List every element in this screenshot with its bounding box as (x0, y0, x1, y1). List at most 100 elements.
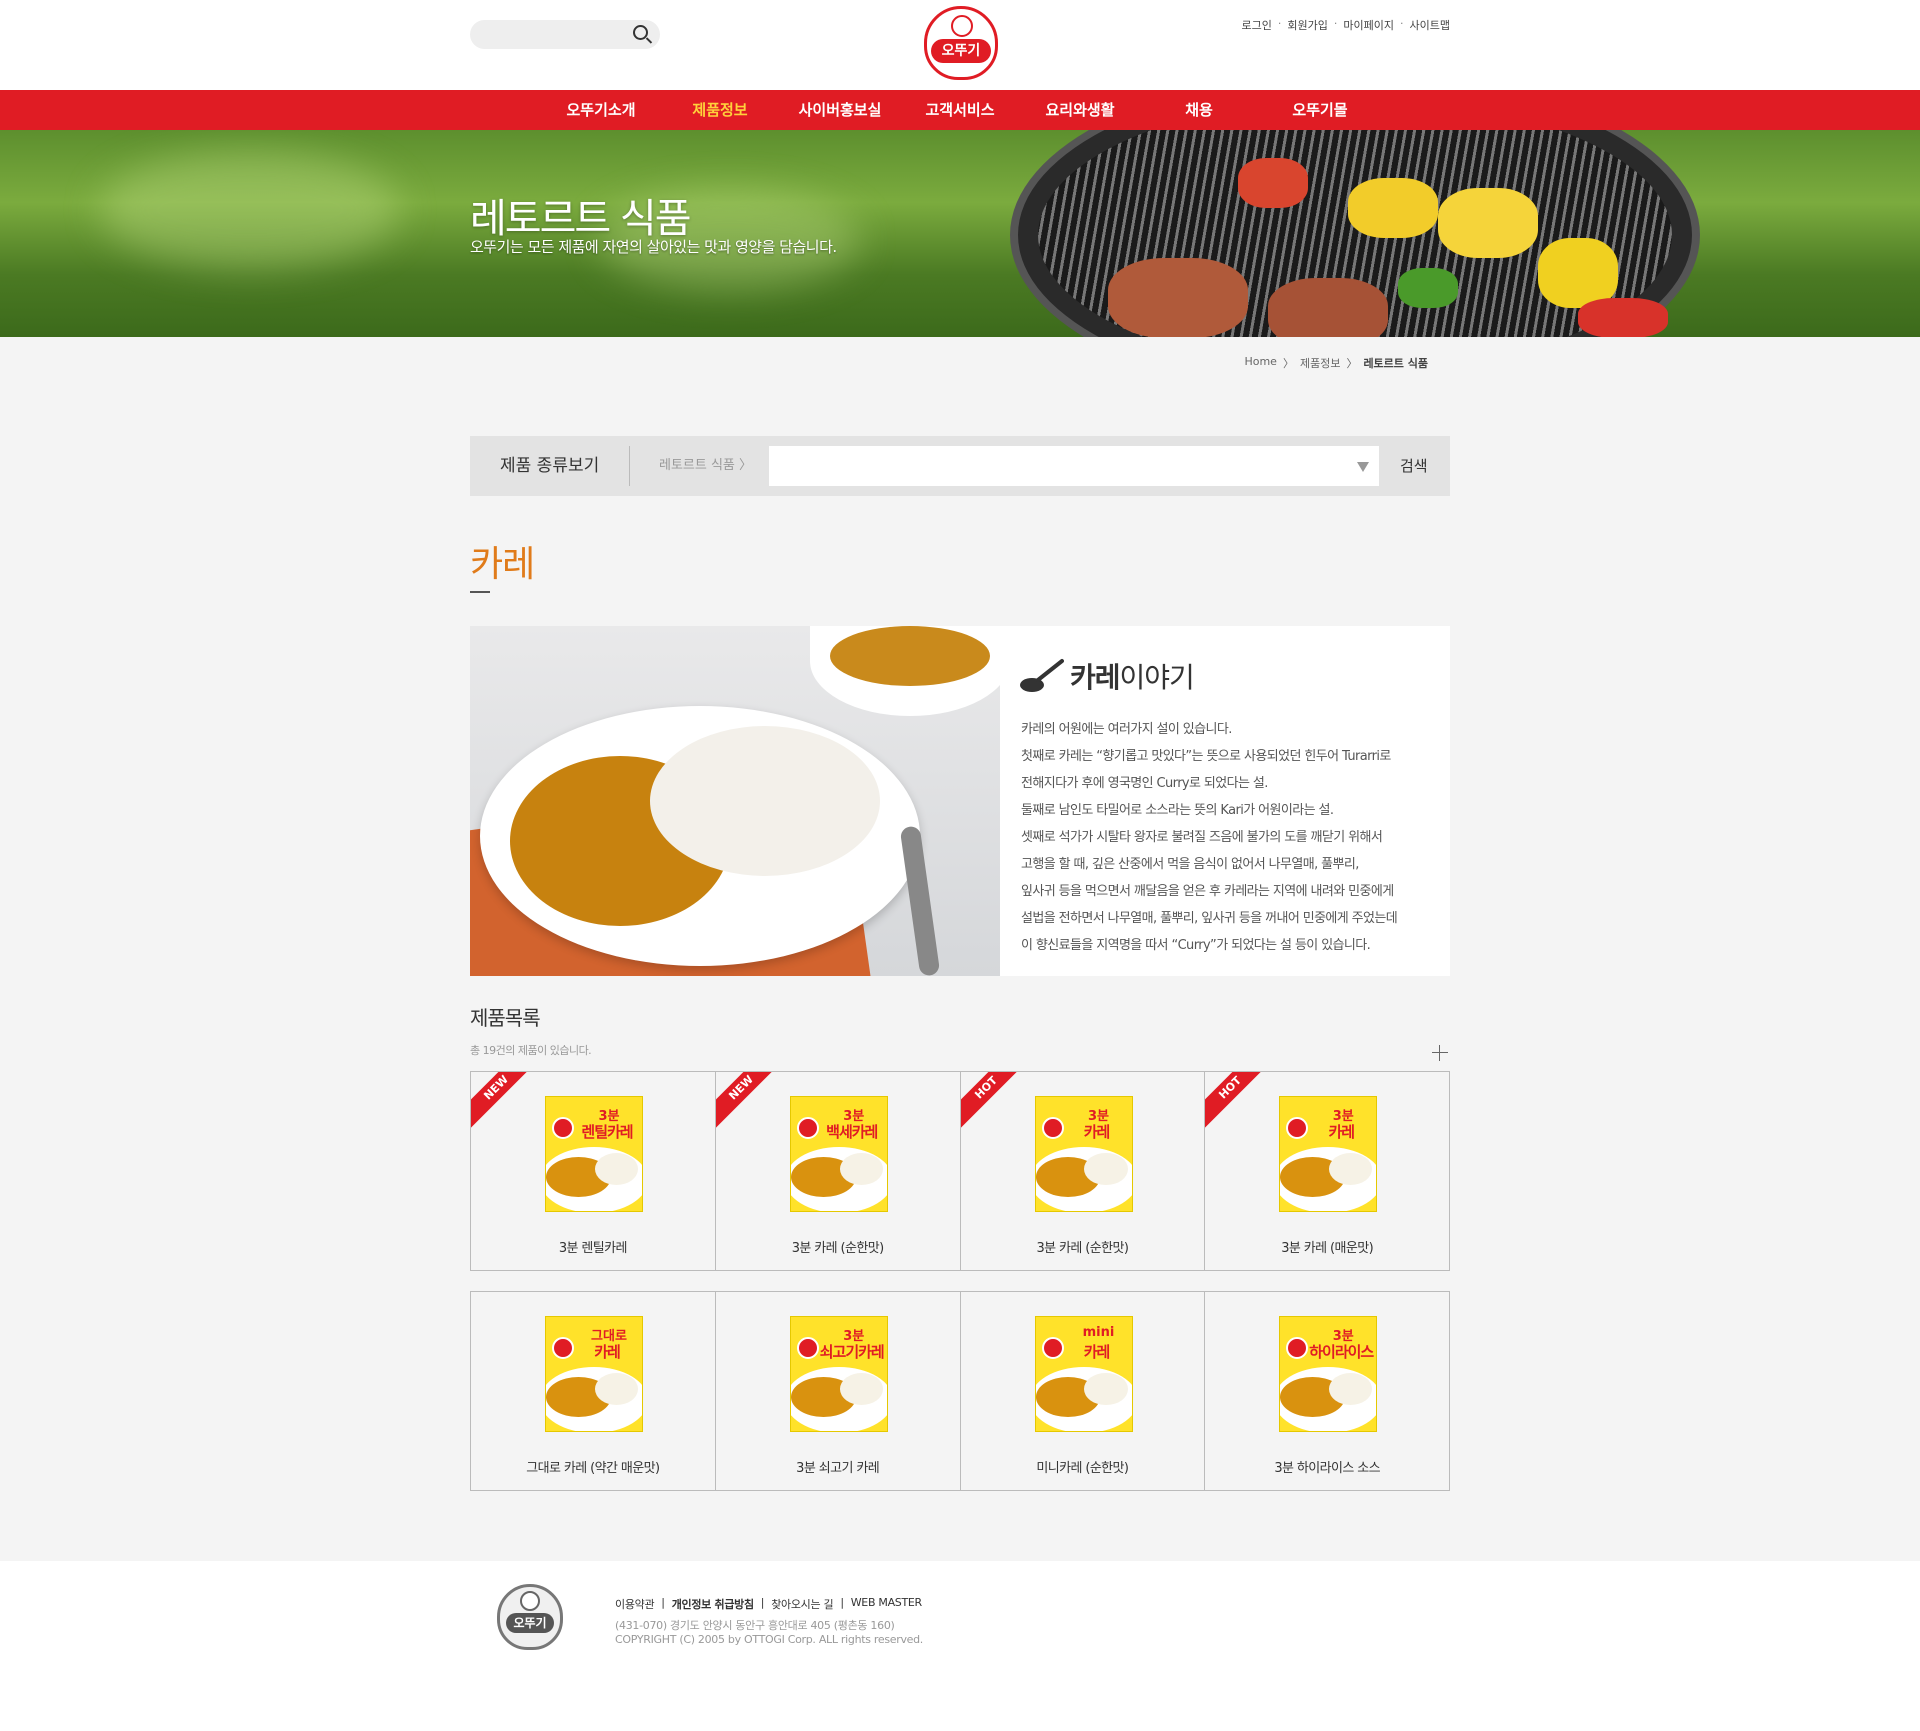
ottogi-mark-icon (796, 1117, 819, 1139)
footer-logo: 오뚜기 (497, 1584, 563, 1650)
search-button[interactable]: 검색 (1400, 436, 1428, 496)
hero-banner: 레토르트 식품 오뚜기는 모든 제품에 자연의 살아있는 맛과 영양을 담습니다… (0, 130, 1920, 337)
chevron-right-icon: 〉 (1282, 357, 1294, 370)
main-nav: 오뚜기소개 제품정보 사이버홍보실 고객서비스 요리와생활 채용 오뚜기몰 (0, 90, 1920, 130)
product-image[interactable]: 3분 렌틸카레 (545, 1096, 643, 1212)
pack-label-name: 카레 (1083, 1343, 1111, 1361)
privacy-link[interactable]: 개인정보 취급방침 (672, 1596, 754, 1612)
nav-item-cooking[interactable]: 요리와생활 (1045, 90, 1114, 130)
pack-label-top: mini (1082, 1325, 1115, 1340)
badge-new: NEW (471, 1072, 538, 1129)
pack-label-name: 카레 (594, 1343, 621, 1361)
product-name[interactable]: 3분 쇠고기 카레 (716, 1457, 960, 1476)
product-card[interactable]: mini 카레 미니카레 (순한맛) (961, 1292, 1206, 1490)
signup-link[interactable]: 회원가입 (1287, 17, 1327, 33)
story-line: 잎사귀 등을 먹으면서 깨달음을 얻은 후 카레라는 지역에 내려와 민중에게 (1021, 884, 1394, 899)
filter-category[interactable]: 레토르트 식품 〉 (659, 436, 752, 496)
separator: | (760, 1596, 765, 1609)
story-title-rest: 이야기 (1119, 661, 1195, 694)
product-name[interactable]: 3분 카레 (매운맛) (1205, 1237, 1449, 1256)
product-image[interactable]: 3분 백세카레 (789, 1096, 888, 1212)
product-image[interactable]: 3분 카레 (1034, 1096, 1133, 1212)
footer-logo-text: 오뚜기 (506, 1613, 554, 1633)
ottogi-mark-icon (796, 1337, 819, 1359)
separator: | (661, 1596, 665, 1609)
nav-item-products[interactable]: 제품정보 (692, 90, 747, 130)
terms-link[interactable]: 이용약관 (615, 1596, 655, 1612)
product-name[interactable]: 3분 하이라이스 소스 (1205, 1457, 1449, 1476)
product-card[interactable]: 3분 하이라이스 3분 하이라이스 소스 (1205, 1292, 1449, 1490)
search-icon[interactable] (633, 25, 648, 40)
chevron-right-icon: 〉 (1346, 357, 1358, 370)
product-image[interactable]: 3분 카레 (1279, 1096, 1378, 1212)
nav-item-mall[interactable]: 오뚜기몰 (1292, 90, 1347, 130)
plus-icon[interactable] (1432, 1045, 1448, 1061)
pack-label-name: 카레 (1328, 1123, 1355, 1141)
badge-hot: HOT (960, 1072, 1027, 1129)
story-line: 첫째로 카레는 “향기롭고 맛있다”는 뜻으로 사용되었던 힌두어 Turarr… (1021, 749, 1391, 764)
separator: · (1400, 17, 1404, 30)
product-image[interactable]: 3분 하이라이스 (1279, 1316, 1378, 1432)
product-image[interactable]: mini 카레 (1034, 1316, 1133, 1432)
login-link[interactable]: 로그인 (1242, 17, 1272, 33)
breadcrumb-current: 레토르트 식품 (1363, 357, 1428, 370)
curry-photo (470, 626, 1000, 976)
ottogi-mark-icon (1286, 1337, 1309, 1359)
product-name[interactable]: 그대로 카레 (약간 매운맛) (471, 1457, 715, 1476)
breadcrumb-home[interactable]: Home (1244, 355, 1276, 371)
story-line: 전해지다가 후에 영국명인 Curry로 되었다는 설. (1021, 776, 1268, 791)
breadcrumb: Home 〉 제품정보 〉 레토르트 식품 (1244, 355, 1428, 371)
product-card[interactable]: HOT 3분 카레 3분 카레 (순한맛) (960, 1072, 1206, 1270)
separator: | (840, 1596, 844, 1609)
webmaster-link[interactable]: WEB MASTER (851, 1596, 922, 1612)
story-line: 고행을 할 때, 깊은 산중에서 먹을 음식이 없어서 나무열매, 풀뿌리, (1021, 857, 1359, 872)
subcategory-select[interactable] (769, 446, 1379, 486)
breadcrumb-products[interactable]: 제품정보 (1300, 355, 1340, 371)
product-card[interactable]: NEW 3분 렌틸카레 3분 렌틸카레 (471, 1072, 716, 1270)
product-name[interactable]: 미니카레 (순한맛) (961, 1457, 1205, 1476)
nav-item-customer-service[interactable]: 고객서비스 (925, 90, 994, 130)
grill-image (1010, 130, 1700, 337)
product-card[interactable]: HOT 3분 카레 3분 카레 (매운맛) (1205, 1072, 1449, 1270)
address: (431-070) 경기도 안양시 동안구 흥안대로 405 (평촌동 160) (615, 1619, 895, 1632)
nav-item-about[interactable]: 오뚜기소개 (566, 90, 635, 130)
story-title: 카레이야기 (1070, 656, 1195, 696)
product-card[interactable]: NEW 3분 백세카레 3분 카레 (순한맛) (715, 1072, 961, 1270)
ottogi-mark-icon (552, 1117, 574, 1139)
product-count: 총 19건의 제품이 있습니다. (470, 1044, 592, 1057)
filter-label: 제품 종류보기 (500, 456, 600, 476)
product-name[interactable]: 3분 렌틸카레 (471, 1237, 715, 1256)
badge-hot: HOT (1205, 1072, 1272, 1129)
header: 오뚜기 로그인 · 회원가입 · 마이페이지 · 사이트맵 (0, 0, 1920, 90)
curry-story-panel: 카레이야기 카레의 어원에는 여러가지 설이 있습니다. 첫째로 카레는 “향기… (1000, 626, 1450, 976)
product-name[interactable]: 3분 카레 (순한맛) (961, 1237, 1205, 1256)
product-card[interactable]: 3분 쇠고기카레 3분 쇠고기 카레 (716, 1292, 961, 1490)
story-text: 카레의 어원에는 여러가지 설이 있습니다. 첫째로 카레는 “향기롭고 맛있다… (1021, 716, 1398, 959)
dropdown-arrow-icon[interactable] (1357, 462, 1369, 472)
nav-item-recruit[interactable]: 채용 (1185, 90, 1213, 130)
pack-label-name: 렌틸카레 (581, 1123, 633, 1141)
search-input[interactable] (470, 20, 660, 49)
product-image[interactable]: 3분 쇠고기카레 (789, 1316, 888, 1432)
pack-label-name: 하이라이스 (1309, 1343, 1374, 1361)
footer-address: (431-070) 경기도 안양시 동안구 흥안대로 405 (평촌동 160)… (615, 1619, 923, 1647)
ottogi-logo[interactable]: 오뚜기 (924, 6, 998, 80)
product-image[interactable]: 그대로 카레 (545, 1316, 643, 1432)
footer-links: 이용약관 | 개인정보 취급방침 | 찾아오시는 길 | WEB MASTER (615, 1596, 922, 1612)
product-card[interactable]: 그대로 카레 그대로 카레 (약간 매운맛) (471, 1292, 716, 1490)
product-name[interactable]: 3분 카레 (순한맛) (716, 1237, 960, 1256)
pack-label-name: 카레 (1083, 1123, 1111, 1141)
story-line: 카레의 어원에는 여러가지 설이 있습니다. (1021, 722, 1232, 737)
mypage-link[interactable]: 마이페이지 (1343, 17, 1394, 33)
nav-item-pr[interactable]: 사이버홍보실 (799, 90, 882, 130)
story-line: 둘째로 남인도 타밀어로 소스라는 뜻의 Kari가 어원이라는 설. (1021, 803, 1334, 818)
spoon-icon (1020, 659, 1064, 692)
story-line: 이 향신료들을 지역명을 따서 “Curry”가 되었다는 설 등이 있습니다. (1021, 938, 1371, 953)
title-underline (470, 591, 490, 593)
ottogi-mark-icon (1041, 1337, 1064, 1359)
directions-link[interactable]: 찾아오시는 길 (771, 1596, 833, 1612)
sitemap-link[interactable]: 사이트맵 (1410, 17, 1450, 33)
badge-new: NEW (715, 1072, 782, 1129)
pack-label-name: 쇠고기카레 (819, 1343, 885, 1361)
story-line: 설법을 전하면서 나무열매, 풀뿌리, 잎사귀 등을 꺼내어 민중에게 주었는데 (1021, 911, 1398, 926)
